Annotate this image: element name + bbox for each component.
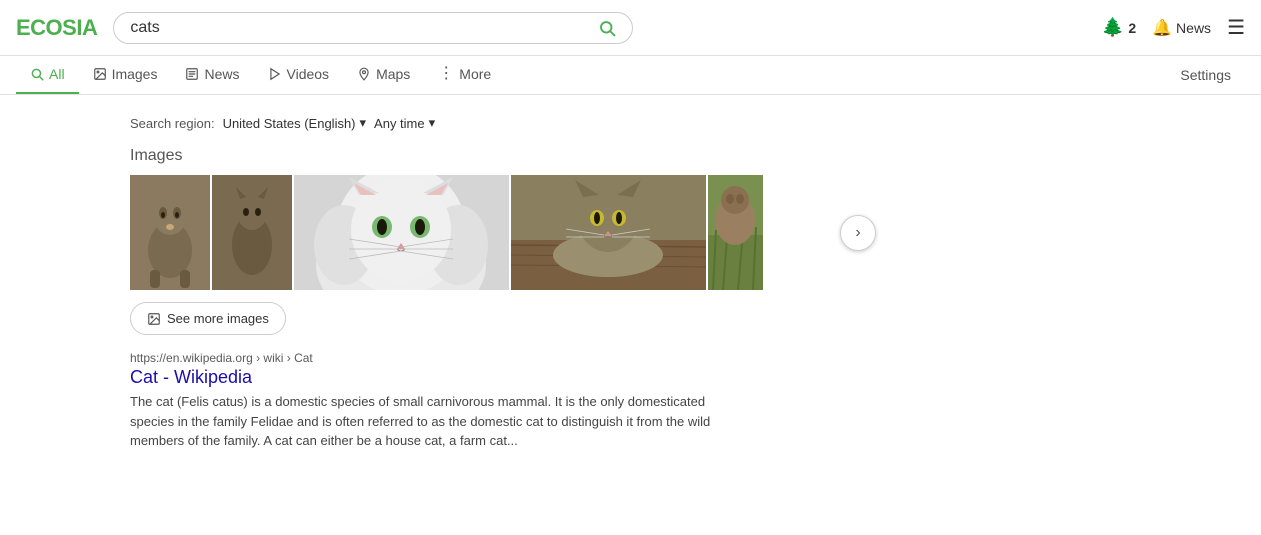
- region-value: United States (English): [223, 116, 356, 131]
- images-section: Images: [130, 147, 884, 335]
- tab-news[interactable]: News: [171, 56, 253, 94]
- news-header-button[interactable]: 🔔 News: [1152, 18, 1211, 38]
- news-tab-icon: [185, 67, 199, 81]
- see-more-images-label: See more images: [167, 311, 269, 326]
- time-value: Any time: [374, 116, 425, 131]
- main-content: Search region: United States (English) ▾…: [0, 95, 900, 463]
- tree-counter: 🌲 2: [1102, 17, 1136, 38]
- tree-icon: 🌲: [1102, 17, 1124, 38]
- tab-images[interactable]: Images: [79, 56, 172, 94]
- bell-icon: 🔔: [1152, 18, 1172, 38]
- settings-button[interactable]: Settings: [1166, 57, 1245, 93]
- cat-image-4[interactable]: [511, 175, 706, 290]
- tab-videos-label: Videos: [287, 66, 330, 82]
- tab-images-label: Images: [112, 66, 158, 82]
- result-title[interactable]: Cat - Wikipedia: [130, 367, 884, 388]
- tab-all[interactable]: All: [16, 56, 79, 94]
- see-more-images-icon: [147, 312, 161, 326]
- images-heading: Images: [130, 147, 884, 165]
- more-dots-icon: ⋮: [438, 66, 454, 82]
- tab-more[interactable]: ⋮ More: [424, 56, 505, 94]
- result-snippet: The cat (Felis catus) is a domestic spec…: [130, 392, 750, 451]
- nav-tabs: All Images News Videos Maps ⋮ More Setti…: [0, 56, 1261, 95]
- filters-row: Search region: United States (English) ▾…: [130, 107, 884, 147]
- images-strip: ›: [130, 175, 884, 290]
- region-chevron-icon: ▾: [360, 115, 367, 131]
- next-chevron-icon: ›: [855, 224, 860, 242]
- header: ECOSIA 🌲 2 🔔 News ☰: [0, 0, 1261, 56]
- see-more-images-button[interactable]: See more images: [130, 302, 286, 335]
- hamburger-icon[interactable]: ☰: [1227, 15, 1245, 40]
- cat-img-2-svg: [212, 175, 292, 290]
- time-filter[interactable]: Any time ▾: [374, 115, 435, 131]
- tab-maps[interactable]: Maps: [343, 56, 424, 94]
- tab-videos[interactable]: Videos: [254, 56, 344, 94]
- tab-all-label: All: [49, 66, 65, 82]
- ecosia-logo[interactable]: ECOSIA: [16, 15, 97, 41]
- region-filter[interactable]: United States (English) ▾: [223, 115, 366, 131]
- tab-maps-label: Maps: [376, 66, 410, 82]
- search-result-wikipedia: https://en.wikipedia.org › wiki › Cat Ca…: [130, 351, 884, 451]
- search-bar-container: [113, 12, 633, 44]
- search-button[interactable]: [598, 19, 616, 37]
- search-region-label: Search region:: [130, 116, 215, 131]
- search-icon: [598, 19, 616, 37]
- cat-image-5[interactable]: [708, 175, 763, 290]
- news-header-label: News: [1176, 20, 1211, 36]
- header-right: 🌲 2 🔔 News ☰: [1102, 15, 1245, 40]
- cat-image-1[interactable]: [130, 175, 210, 290]
- cat-image-2[interactable]: [212, 175, 292, 290]
- tree-count: 2: [1128, 20, 1136, 36]
- cat-img-4-svg: [511, 175, 706, 290]
- cat-img-5-svg: [708, 175, 763, 290]
- tab-news-label: News: [204, 66, 239, 82]
- search-input[interactable]: [130, 19, 590, 37]
- cat-img-1-svg: [130, 175, 210, 290]
- images-next-button[interactable]: ›: [840, 215, 876, 251]
- cat-image-3[interactable]: [294, 175, 509, 290]
- result-url: https://en.wikipedia.org › wiki › Cat: [130, 351, 884, 365]
- cat-img-3-svg: [294, 175, 509, 290]
- maps-tab-icon: [357, 67, 371, 81]
- videos-tab-icon: [268, 67, 282, 81]
- tab-more-label: More: [459, 66, 491, 82]
- time-chevron-icon: ▾: [429, 115, 436, 131]
- all-tab-icon: [30, 67, 44, 81]
- images-tab-icon: [93, 67, 107, 81]
